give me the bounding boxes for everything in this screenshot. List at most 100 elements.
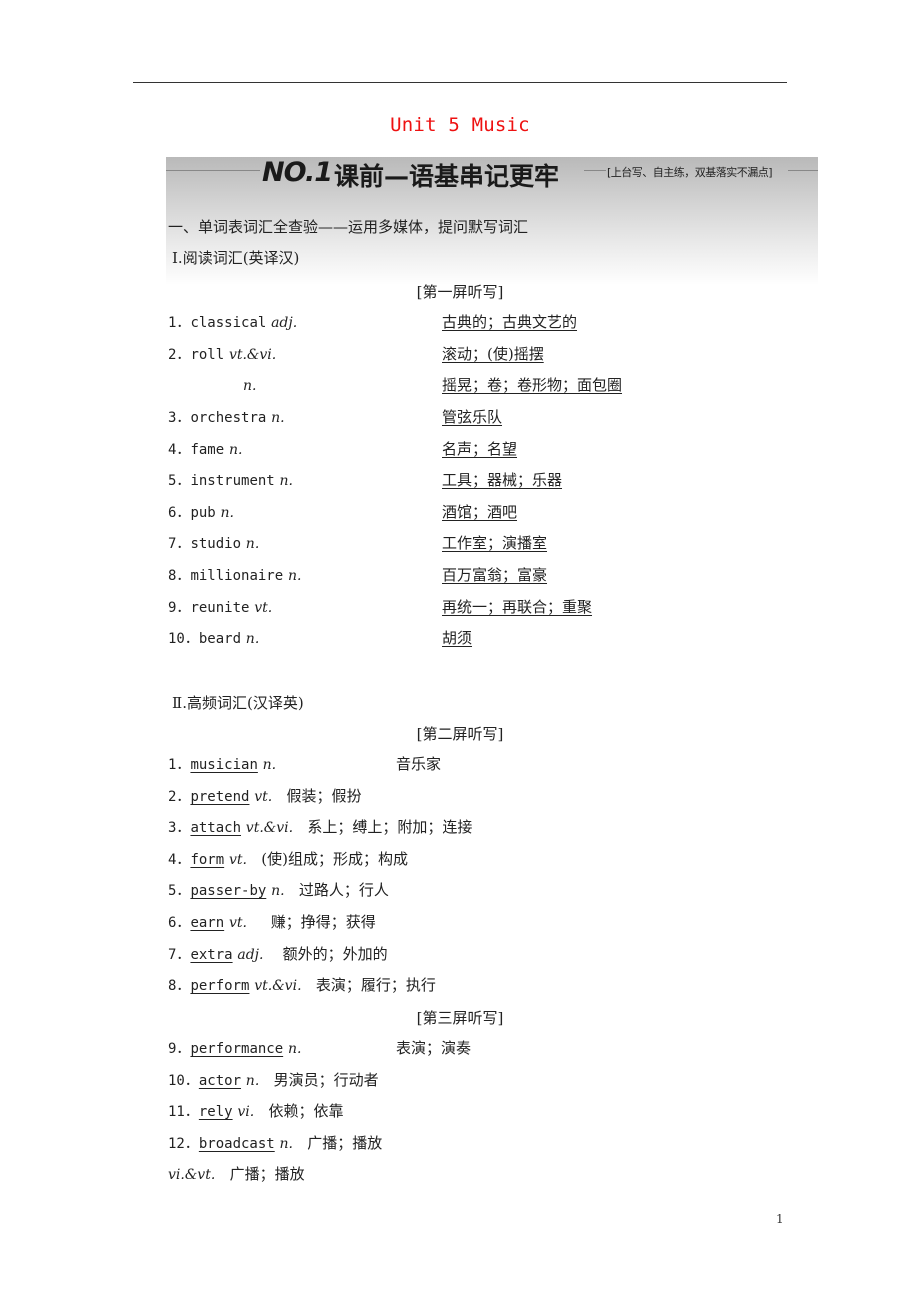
word: pretend — [190, 789, 250, 805]
meaning: 额外的；外加的 — [282, 945, 388, 963]
banner-subtitle: [上台写、自主练，双基落实不漏点] — [607, 166, 773, 179]
list-item: 11．rely vi. 依赖；依靠 — [168, 1102, 344, 1120]
part-of-speech: vt.&vi. — [245, 820, 294, 836]
part-of-speech: n. — [271, 410, 285, 426]
list-item: 9．performance n. — [168, 1041, 302, 1057]
meaning: 音乐家 — [396, 755, 442, 773]
meaning: 赚；挣得；获得 — [270, 913, 376, 931]
list-item: 6．earn vt. 赚；挣得；获得 — [168, 913, 376, 931]
part-of-speech: n. — [245, 1073, 260, 1089]
list-item: 3．attach vt.&vi. 系上；缚上；附加；连接 — [168, 818, 473, 836]
list-item: 7．studio n. — [168, 536, 260, 552]
part-of-speech: vi.&vt. — [168, 1167, 216, 1183]
part-of-speech: n. — [245, 631, 260, 647]
word: actor — [198, 1073, 242, 1089]
list-item: 8．millionaire n. — [168, 568, 302, 584]
word: orchestra — [190, 410, 267, 426]
banner-rule-left — [166, 170, 260, 171]
part-of-speech: n. — [228, 442, 243, 458]
meaning: 摇晃；卷；卷形物；面包圈 — [442, 376, 623, 394]
word: performance — [190, 1041, 284, 1057]
word: extra — [190, 947, 233, 963]
word: pub — [190, 505, 216, 521]
list-item: 9．reunite vt. — [168, 600, 273, 616]
word: beard — [198, 631, 242, 647]
list-item: 2．roll vt.&vi. — [168, 347, 277, 363]
word: fame — [190, 442, 225, 458]
list-item: 1．musician n. — [168, 757, 277, 773]
banner-title: 课前—语基串记更牢 — [334, 162, 560, 191]
word: perform — [190, 978, 250, 994]
meaning: 依赖；依靠 — [268, 1102, 344, 1120]
unit-title: Unit 5 Music — [390, 114, 530, 136]
word: broadcast — [198, 1136, 275, 1152]
word: attach — [190, 820, 242, 836]
header-rule — [133, 82, 787, 83]
part-of-speech: n. — [279, 473, 293, 489]
meaning: (使)组成；形成；构成 — [261, 850, 408, 868]
meaning: 管弦乐队 — [442, 408, 503, 426]
word: classical — [190, 315, 267, 331]
list-item: 1．classical adj. — [168, 315, 298, 331]
list-item: 12．broadcast n. 广播；播放 — [168, 1134, 383, 1152]
part-of-speech: adj. — [271, 315, 298, 331]
part-of-speech: n. — [287, 1041, 302, 1057]
part-of-speech: vt. — [254, 600, 273, 616]
part-of-speech: n. — [287, 568, 302, 584]
list-item: 8．perform vt.&vi. 表演；履行；执行 — [168, 976, 436, 994]
part2-heading: Ⅱ.高频词汇(汉译英) — [172, 694, 304, 712]
meaning: 系上；缚上；附加；连接 — [307, 818, 473, 836]
banner-rule-right — [788, 170, 818, 171]
part-of-speech: n. — [279, 1136, 293, 1152]
meaning: 工作室；演播室 — [442, 534, 548, 552]
meaning: 假装；假扮 — [286, 787, 362, 805]
word: millionaire — [190, 568, 284, 584]
banner-number: NO.1 — [262, 157, 333, 188]
section-heading: 一、单词表词汇全查验——运用多媒体，提问默写词汇 — [168, 218, 529, 236]
meaning: 广播；播放 — [307, 1134, 383, 1152]
list-item: 7．extra adj. 额外的；外加的 — [168, 945, 388, 963]
word: earn — [190, 915, 225, 931]
page-number: 1 — [776, 1212, 784, 1226]
word: reunite — [190, 600, 250, 616]
part1-heading: Ⅰ.阅读词汇(英译汉) — [172, 249, 300, 267]
meaning: 工具；器械；乐器 — [442, 471, 563, 489]
meaning: 广播；播放 — [229, 1165, 305, 1183]
part-of-speech: vt. — [228, 915, 247, 931]
word: studio — [190, 536, 242, 552]
meaning: 酒馆；酒吧 — [442, 503, 518, 521]
part-of-speech: vt. — [228, 852, 247, 868]
list-item: 4．fame n. — [168, 442, 243, 458]
word: musician — [190, 757, 258, 773]
meaning: 胡须 — [442, 629, 473, 647]
list-item: 6．pub n. — [168, 505, 234, 521]
word: form — [190, 852, 225, 868]
screen-label-1: [第一屏听写] — [416, 283, 504, 301]
word: rely — [198, 1104, 233, 1120]
meaning: 再统一；再联合；重聚 — [442, 598, 593, 616]
part-of-speech: n. — [245, 536, 260, 552]
list-item: 10．actor n. 男演员；行动者 — [168, 1071, 379, 1089]
meaning: 男演员；行动者 — [273, 1071, 379, 1089]
meaning: 古典的；古典文艺的 — [442, 313, 578, 331]
list-item: 5．passer-by n. 过路人；行人 — [168, 881, 389, 899]
screen-label-3: [第三屏听写] — [416, 1009, 504, 1027]
part-of-speech: vt. — [254, 789, 273, 805]
part-of-speech: adj. — [237, 947, 264, 963]
part-of-speech: n. — [262, 757, 277, 773]
part-of-speech: n. — [243, 378, 257, 394]
part-of-speech: vi. — [237, 1104, 255, 1120]
word: instrument — [190, 473, 275, 489]
part-of-speech: n. — [220, 505, 234, 521]
list-item: 2．pretend vt. 假装；假扮 — [168, 787, 362, 805]
word: passer-by — [190, 883, 267, 899]
list-item: n. — [243, 376, 256, 395]
list-item: vi.&vt. 广播；播放 — [168, 1165, 305, 1184]
screen-label-2: [第二屏听写] — [416, 725, 504, 743]
meaning: 滚动；(使)摇摆 — [442, 345, 544, 363]
meaning: 表演；演奏 — [396, 1039, 472, 1057]
meaning: 表演；履行；执行 — [315, 976, 436, 994]
part-of-speech: n. — [271, 883, 285, 899]
part-of-speech: vt.&vi. — [228, 347, 277, 363]
list-item: 4．form vt. (使)组成；形成；构成 — [168, 850, 408, 868]
